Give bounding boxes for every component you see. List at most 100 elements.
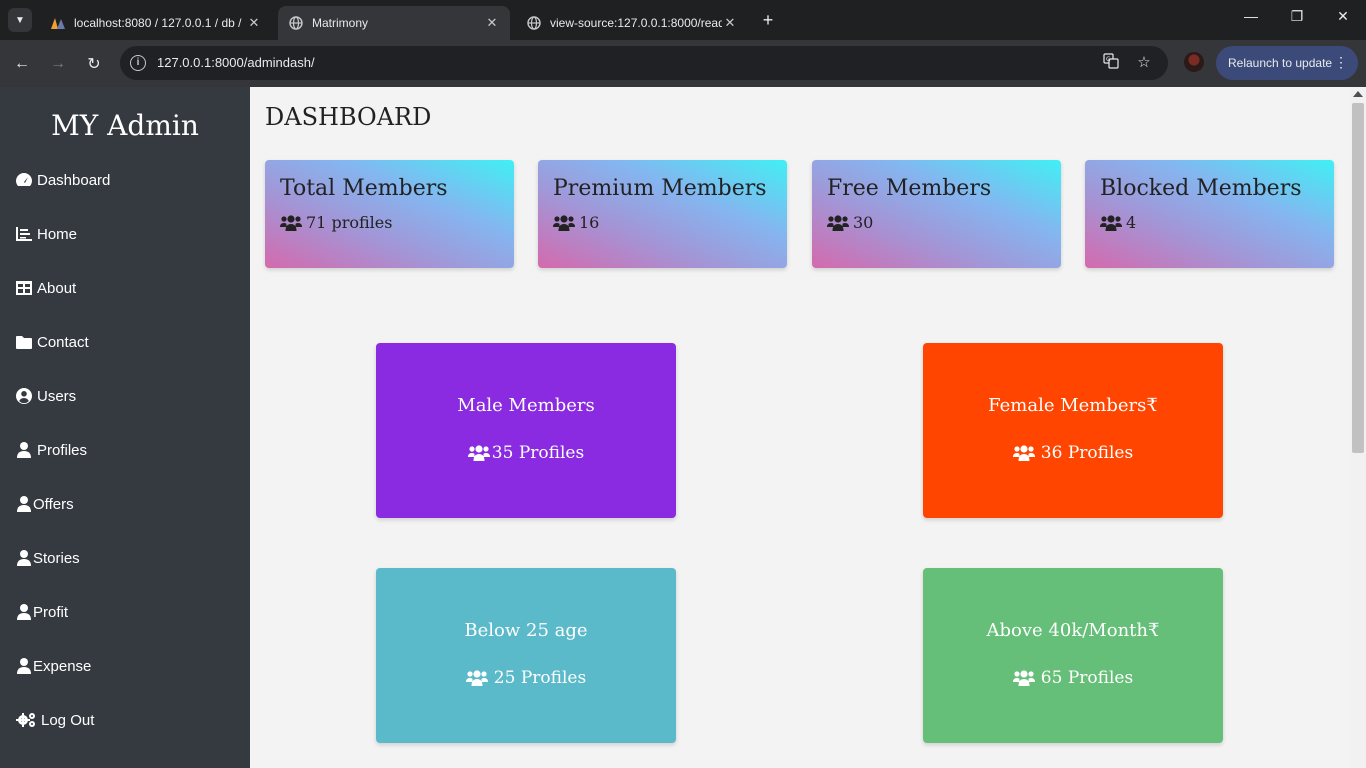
page-title: DASHBOARD: [265, 103, 432, 131]
sidebar-item-label: Home: [37, 225, 78, 243]
brand-title: MY Admin: [51, 109, 199, 142]
sidebar: MY Admin Dashboard Home About Contact Us…: [0, 87, 250, 768]
relaunch-button[interactable]: Relaunch to update ⋮: [1216, 46, 1358, 80]
sidebar-item-profiles[interactable]: Profiles: [15, 438, 87, 462]
sidebar-item-label: Dashboard: [37, 171, 111, 189]
card-title: Female Members₹: [988, 395, 1158, 416]
stat-value: 16: [553, 213, 599, 232]
user-icon: [15, 442, 33, 458]
tab-title: Matrimony: [312, 16, 369, 30]
stat-card-premium: Premium Members 16: [538, 160, 787, 268]
card-title: Above 40k/Month₹: [986, 620, 1160, 641]
cogs-icon: [15, 712, 37, 728]
tab-title: view-source:127.0.0.1:8000/read: [550, 16, 722, 30]
stat-title: Blocked Members: [1100, 176, 1302, 201]
sidebar-item-label: Expense: [33, 657, 92, 675]
sidebar-item-dashboard[interactable]: Dashboard: [15, 168, 110, 192]
address-bar[interactable]: i 127.0.0.1:8000/admindash/ G ☆: [120, 46, 1168, 80]
users-icon: [465, 670, 488, 686]
users-icon: [1012, 670, 1035, 686]
scrollbar-thumb[interactable]: [1352, 103, 1364, 453]
relaunch-label: Relaunch to update: [1228, 56, 1333, 70]
stat-value: 71 profiles: [280, 213, 392, 232]
card-title: Male Members: [457, 395, 595, 416]
svg-text:G: G: [1106, 56, 1111, 63]
card-male-members: Male Members 35 Profiles: [376, 343, 676, 518]
tab-title: localhost:8080 / 127.0.0.1 / db /: [74, 16, 242, 30]
users-icon: [280, 214, 302, 231]
card-value: 35 Profiles: [376, 443, 676, 463]
stat-value: 30: [827, 213, 873, 232]
stat-card-blocked: Blocked Members 4: [1085, 160, 1334, 268]
sidebar-item-expense[interactable]: Expense: [15, 654, 91, 678]
tab-phpmyadmin[interactable]: localhost:8080 / 127.0.0.1 / db / ✕: [40, 6, 272, 40]
stat-title: Premium Members: [553, 176, 767, 201]
card-value: 36 Profiles: [923, 443, 1223, 463]
user-icon: [15, 658, 33, 674]
sidebar-item-label: About: [37, 279, 77, 297]
sidebar-item-users[interactable]: Users: [15, 384, 76, 408]
main-content: DASHBOARD Total Members 71 profiles Prem…: [250, 87, 1350, 768]
browser-toolbar: ← → ↻ i 127.0.0.1:8000/admindash/ G ☆ Re…: [0, 40, 1366, 87]
profile-avatar[interactable]: [1184, 52, 1204, 72]
tachometer-icon: [15, 172, 33, 188]
more-menu-icon[interactable]: ⋮: [1334, 54, 1348, 71]
sidebar-item-profit[interactable]: Profit: [15, 600, 68, 624]
restore-icon[interactable]: ❐: [1282, 8, 1312, 25]
sidebar-item-label: Offers: [33, 495, 74, 513]
card-value: 65 Profiles: [923, 668, 1223, 688]
sidebar-item-home[interactable]: Home: [15, 222, 77, 246]
close-window-icon[interactable]: ✕: [1328, 8, 1358, 25]
page-scrollbar[interactable]: [1350, 87, 1366, 768]
user-circle-icon: [15, 388, 33, 404]
close-tab-icon[interactable]: ✕: [722, 15, 738, 31]
stat-title: Free Members: [827, 176, 992, 201]
card-title: Below 25 age: [464, 620, 588, 641]
sidebar-item-contact[interactable]: Contact: [15, 330, 89, 354]
users-icon: [467, 445, 490, 461]
translate-icon[interactable]: G: [1101, 53, 1121, 73]
sidebar-item-offers[interactable]: Offers: [15, 492, 74, 516]
folder-icon: [15, 335, 33, 349]
new-tab-button[interactable]: +: [758, 10, 778, 31]
sidebar-item-label: Users: [37, 387, 77, 405]
back-button[interactable]: ←: [10, 52, 34, 76]
users-icon: [827, 214, 849, 231]
card-female-members: Female Members₹ 36 Profiles: [923, 343, 1223, 518]
sidebar-item-logout[interactable]: Log Out: [15, 708, 94, 732]
globe-icon: [526, 15, 542, 31]
site-info-icon[interactable]: i: [130, 55, 146, 71]
stat-card-free: Free Members 30: [812, 160, 1061, 268]
url-text[interactable]: 127.0.0.1:8000/admindash/: [157, 55, 315, 70]
bookmark-star-icon[interactable]: ☆: [1134, 53, 1154, 71]
users-icon: [553, 214, 575, 231]
stat-card-total: Total Members 71 profiles: [265, 160, 514, 268]
phpmyadmin-icon: [50, 15, 66, 31]
tab-matrimony[interactable]: Matrimony ✕: [278, 6, 510, 40]
forward-button[interactable]: →: [46, 52, 70, 76]
globe-icon: [288, 15, 304, 31]
user-icon: [15, 550, 33, 566]
sidebar-item-stories[interactable]: Stories: [15, 546, 80, 570]
table-icon: [15, 281, 33, 295]
minimize-icon[interactable]: —: [1236, 8, 1266, 24]
sidebar-item-about[interactable]: About: [15, 276, 76, 300]
sidebar-item-label: Log Out: [41, 711, 95, 729]
sidebar-item-label: Profiles: [37, 441, 88, 459]
close-tab-icon[interactable]: ✕: [484, 15, 500, 31]
reload-button[interactable]: ↻: [82, 52, 106, 76]
browser-tab-bar: ▼ localhost:8080 / 127.0.0.1 / db / ✕ Ma…: [0, 0, 1366, 40]
user-icon: [15, 604, 33, 620]
close-tab-icon[interactable]: ✕: [246, 15, 262, 31]
chart-line-icon: [15, 227, 33, 241]
card-above-40k-month: Above 40k/Month₹ 65 Profiles: [923, 568, 1223, 743]
stat-title: Total Members: [280, 176, 448, 201]
tab-view-source[interactable]: view-source:127.0.0.1:8000/read ✕: [516, 6, 748, 40]
users-icon: [1012, 445, 1035, 461]
card-value: 25 Profiles: [376, 668, 676, 688]
tab-search-button[interactable]: ▼: [8, 8, 32, 32]
user-icon: [15, 496, 33, 512]
stat-value: 4: [1100, 213, 1136, 232]
scroll-up-icon[interactable]: [1353, 91, 1363, 97]
sidebar-item-label: Profit: [33, 603, 69, 621]
